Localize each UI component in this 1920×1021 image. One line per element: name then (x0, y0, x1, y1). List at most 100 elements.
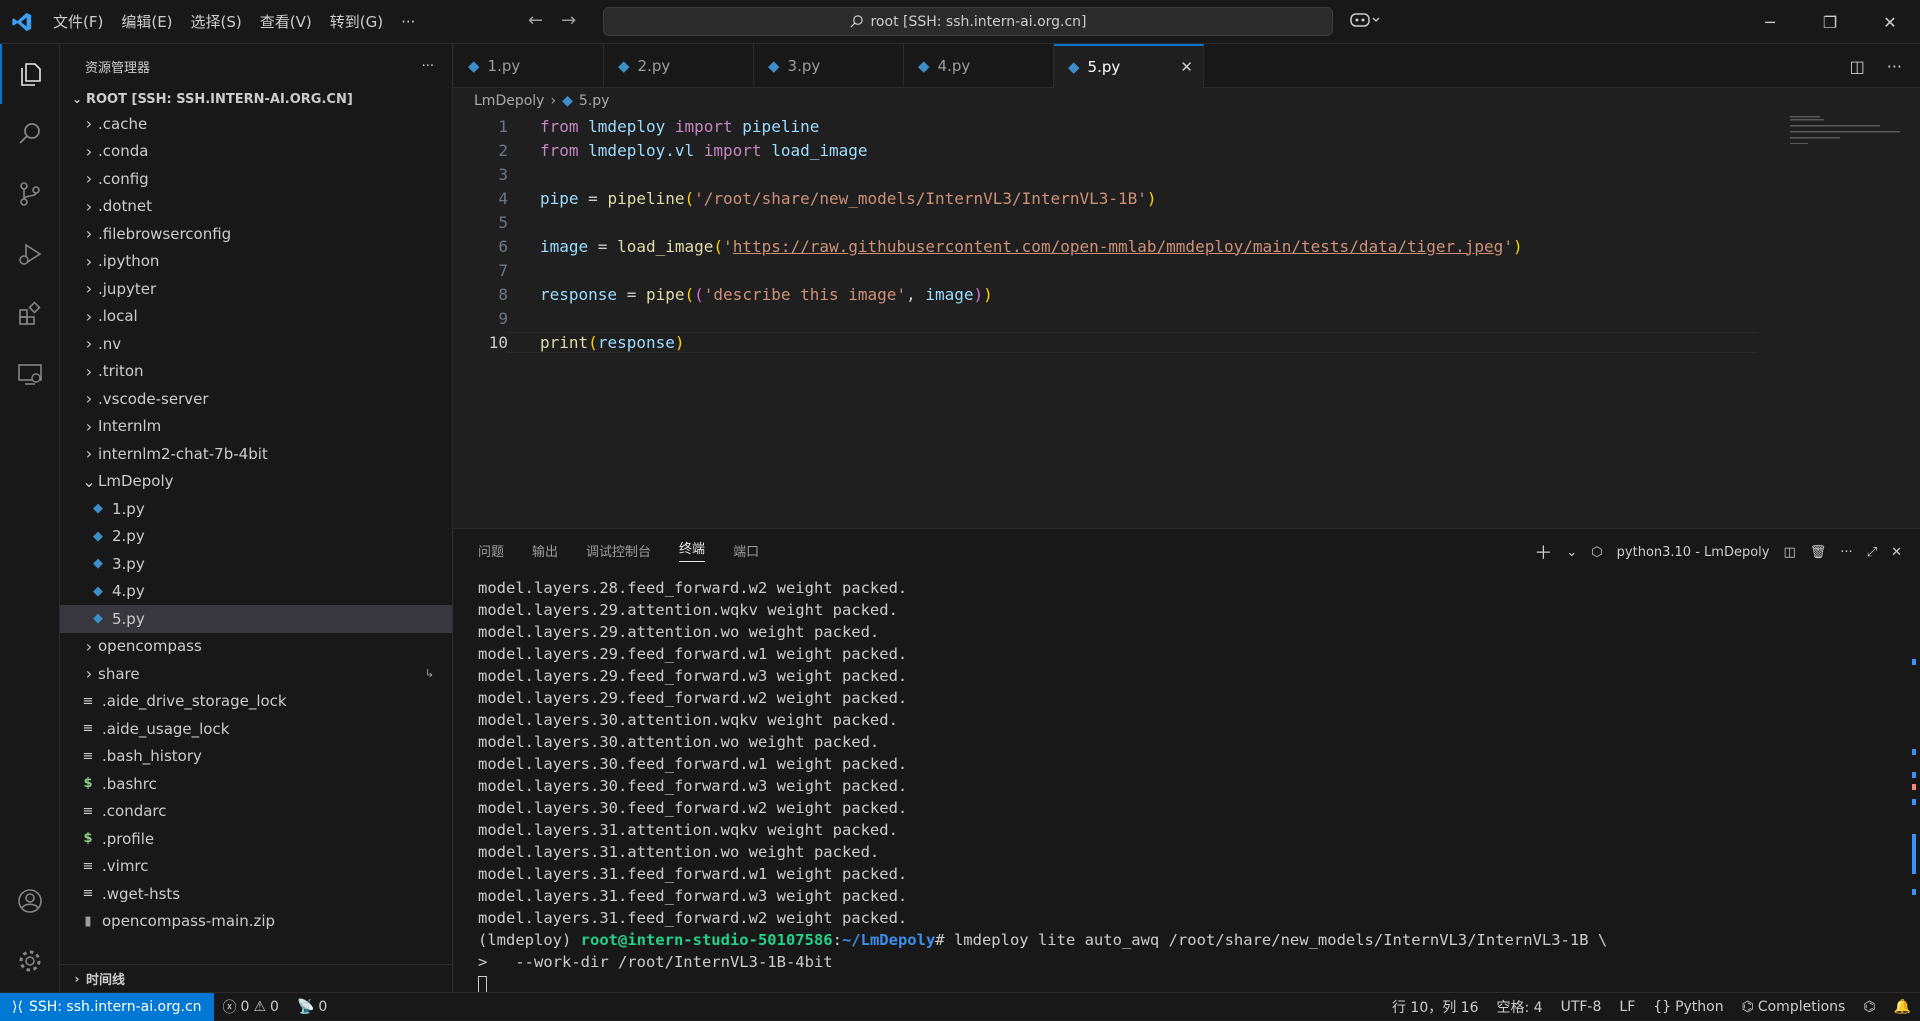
tree-item[interactable]: ▮ opencompass-main.zip (60, 908, 452, 936)
tree-item[interactable]: $ .bashrc (60, 770, 452, 798)
extensions-icon[interactable] (0, 284, 60, 344)
tab-ports[interactable]: 端口 (733, 541, 759, 560)
copilot-status-icon[interactable]: ⌬ (1854, 999, 1884, 1015)
terminal-name[interactable]: python3.10 - LmDepoly (1617, 545, 1770, 560)
terminal-output[interactable]: model.layers.28.feed_forward.w2 weight p… (478, 577, 1607, 995)
tree-item[interactable]: $ .profile (60, 825, 452, 853)
tree-item[interactable]: ≡ .wget-hsts (60, 880, 452, 908)
tree-item[interactable]: ≡ .condarc (60, 798, 452, 826)
trash-icon[interactable]: 🗑 (1810, 545, 1827, 560)
tree-item[interactable]: › .jupyter (60, 275, 452, 303)
ports-status[interactable]: 📡 0 (288, 999, 336, 1015)
tree-item[interactable]: › internlm2-chat-7b-4bit (60, 440, 452, 468)
panel-more-icon[interactable]: ··· (1840, 545, 1852, 560)
search-sidebar-icon[interactable] (0, 104, 60, 164)
tree-item[interactable]: ⌄ LmDepoly (60, 468, 452, 496)
tree-item[interactable]: › .conda (60, 138, 452, 166)
tree-item[interactable]: › .triton (60, 358, 452, 386)
tree-item[interactable]: ≡ .vimrc (60, 853, 452, 881)
menu-file[interactable]: 文件(F) (44, 7, 112, 36)
new-terminal-icon[interactable]: ＋ (1534, 539, 1552, 565)
tree-item[interactable]: ◆ 1.py (60, 495, 452, 523)
more-actions-icon[interactable]: ··· (422, 59, 434, 74)
tree-item[interactable]: › Internlm (60, 413, 452, 441)
close-panel-icon[interactable]: ✕ (1891, 545, 1902, 560)
tree-item[interactable]: › .dotnet (60, 193, 452, 221)
tree-item[interactable]: › opencompass (60, 633, 452, 661)
minimap[interactable] (1790, 114, 1900, 174)
tree-item[interactable]: ◆ 2.py (60, 523, 452, 551)
minimize-icon[interactable]: ─ (1740, 0, 1800, 44)
split-terminal-icon[interactable]: ◫ (1783, 545, 1795, 560)
forward-arrow-icon[interactable]: → (561, 10, 576, 31)
tab-5-py[interactable]: ◆ 5.py ✕ (1054, 44, 1204, 88)
notifications-bell-icon[interactable]: 🔔 (1885, 999, 1920, 1015)
completions-status[interactable]: ⌬ Completions (1733, 999, 1855, 1015)
token: '/root/share/new_models/InternVL3/Intern… (694, 188, 1147, 208)
tree-item[interactable]: › .nv (60, 330, 452, 358)
tab-2-py[interactable]: ◆ 2.py (604, 44, 754, 88)
cursor-position[interactable]: 行 10，列 16 (1383, 997, 1488, 1017)
code-editor[interactable]: 1 from lmdeploy import pipeline 2 from lmd… (454, 114, 1774, 354)
restore-icon[interactable]: ❐ (1800, 0, 1860, 44)
tree-item[interactable]: › .vscode-server (60, 385, 452, 413)
indentation[interactable]: 空格: 4 (1488, 997, 1552, 1017)
tab-3-py[interactable]: ◆ 3.py (754, 44, 904, 88)
timeline-section[interactable]: › 时间线 (60, 964, 453, 992)
menu-more[interactable]: ··· (392, 9, 424, 35)
tree-item[interactable]: ≡ .aide_usage_lock (60, 715, 452, 743)
settings-gear-icon[interactable] (0, 931, 60, 991)
tab-problems[interactable]: 问题 (478, 541, 504, 560)
back-arrow-icon[interactable]: ← (528, 10, 543, 31)
menu-edit[interactable]: 编辑(E) (112, 7, 181, 36)
chevron-down-icon[interactable]: ⌄ (1566, 545, 1577, 560)
menu-go[interactable]: 转到(G) (321, 7, 392, 36)
command-center-search[interactable]: root [SSH: ssh.intern-ai.org.cn] (603, 7, 1333, 36)
account-icon[interactable] (0, 871, 60, 931)
close-tab-icon[interactable]: ✕ (1180, 58, 1193, 76)
tree-item[interactable]: › .local (60, 303, 452, 331)
tree-item-label: .cache (98, 114, 148, 133)
tree-item[interactable]: ◆ 3.py (60, 550, 452, 578)
copilot-icon[interactable] (1350, 11, 1380, 33)
tab-1-py[interactable]: ◆ 1.py (454, 44, 604, 88)
run-debug-icon[interactable] (0, 224, 60, 284)
explorer-icon[interactable] (0, 44, 60, 104)
maximize-panel-icon[interactable]: ⤢ (1867, 545, 1877, 560)
token: ) (983, 284, 993, 304)
terminal-scrollbar[interactable] (1912, 569, 1918, 989)
tree-item[interactable]: › .config (60, 165, 452, 193)
tree-item[interactable]: › .filebrowserconfig (60, 220, 452, 248)
split-editor-icon[interactable]: ◫ (1850, 57, 1865, 76)
close-window-icon[interactable]: ✕ (1860, 0, 1920, 44)
language-mode[interactable]: {} Python (1644, 999, 1732, 1015)
tree-item[interactable]: ≡ .aide_drive_storage_lock (60, 688, 452, 716)
tree-item[interactable]: ≡ .bash_history (60, 743, 452, 771)
python-file-icon: ◆ (93, 556, 103, 572)
tree-item[interactable]: ◆ 4.py (60, 578, 452, 606)
breadcrumb-file[interactable]: 5.py (579, 93, 610, 109)
source-control-icon[interactable] (0, 164, 60, 224)
tab-4-py[interactable]: ◆ 4.py (904, 44, 1054, 88)
remote-indicator[interactable]: ⟩⟨ SSH: ssh.intern-ai.org.cn (0, 992, 214, 1021)
tab-output[interactable]: 输出 (532, 541, 558, 560)
workspace-root[interactable]: ⌄ ROOT [SSH: SSH.INTERN-AI.ORG.CN] (60, 88, 452, 110)
tab-debug-console[interactable]: 调试控制台 (586, 541, 651, 560)
editor-more-icon[interactable]: ··· (1887, 57, 1902, 76)
remote-explorer-icon[interactable] (0, 344, 60, 404)
tab-terminal[interactable]: 终端 (679, 538, 706, 562)
encoding[interactable]: UTF-8 (1552, 999, 1611, 1015)
tree-item[interactable]: ◆ 5.py (60, 605, 452, 633)
tree-item-label: 2.py (112, 527, 145, 546)
menu-selection[interactable]: 选择(S) (182, 7, 251, 36)
tree-item[interactable]: › .cache (60, 110, 452, 138)
tree-item[interactable]: › .ipython (60, 248, 452, 276)
breadcrumb-folder[interactable]: LmDepoly (474, 93, 544, 109)
menu-view[interactable]: 查看(V) (251, 7, 321, 36)
problems-status[interactable]: ⓧ 0 ⚠ 0 (214, 997, 288, 1017)
terminal-line: model.layers.30.attention.wo weight pack… (478, 733, 880, 751)
line-ending[interactable]: LF (1610, 999, 1644, 1015)
tree-item[interactable]: › share ↳ (60, 660, 452, 688)
python-file-icon: ◆ (562, 93, 573, 109)
url-link[interactable]: https://raw.githubusercontent.com/open-m… (733, 237, 1504, 256)
